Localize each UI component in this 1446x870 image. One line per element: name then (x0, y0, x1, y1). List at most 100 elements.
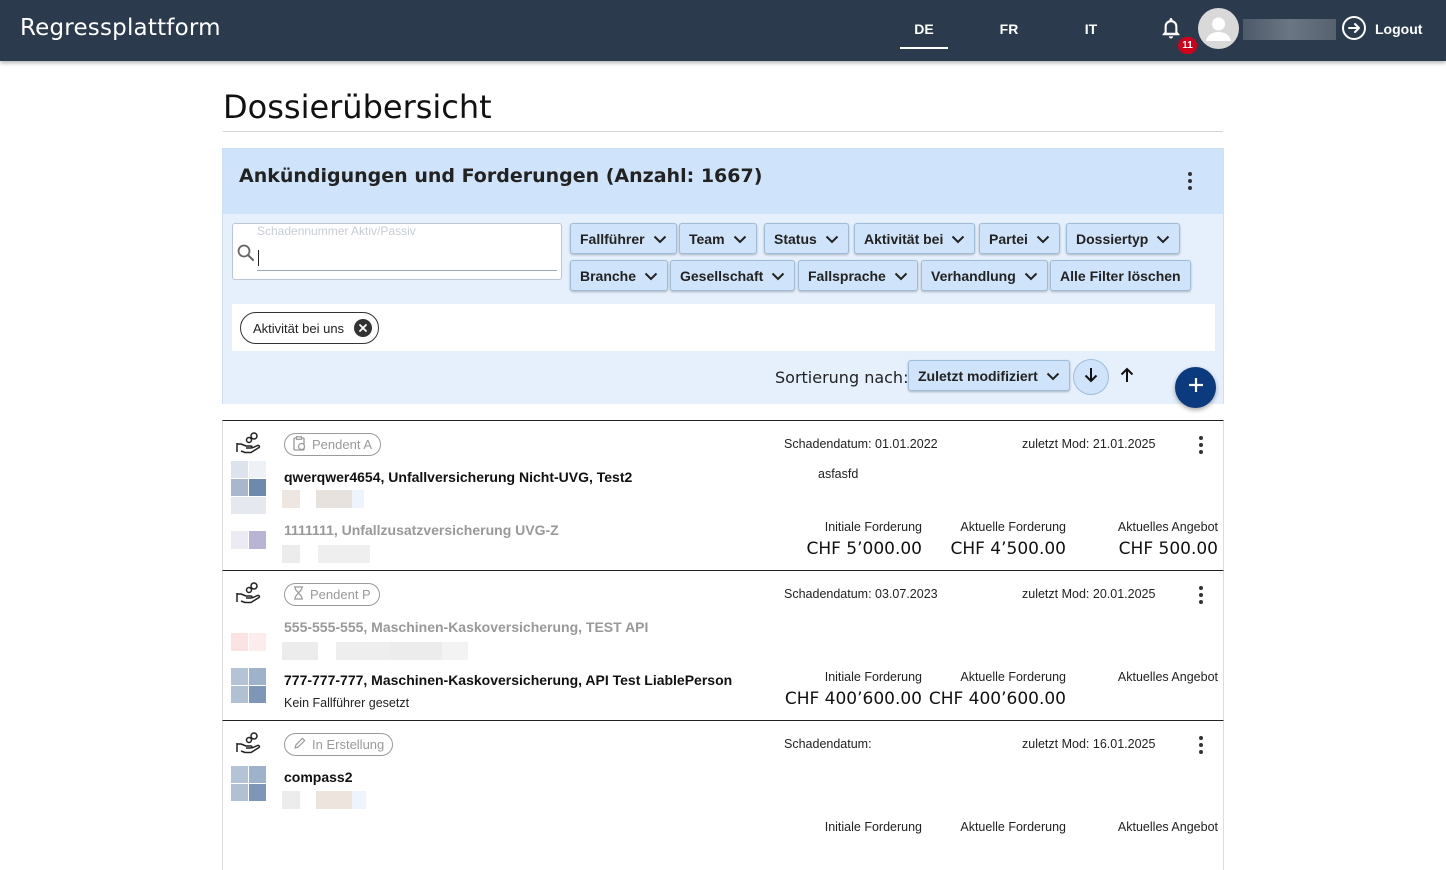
text-cursor (258, 250, 259, 266)
filter-branche[interactable]: Branche (570, 260, 669, 291)
initial-claim-value: CHF 5’000.00 (806, 539, 922, 559)
page-title: Dossierübersicht (223, 88, 492, 126)
dossier-passive[interactable]: 1111111, Unfallzusatzversicherung UVG-Z (284, 522, 559, 538)
pencil-icon (293, 737, 306, 753)
last-modified: zuletzt Mod: 20.01.2025 (1022, 587, 1156, 601)
dossier-card[interactable]: Pendent A Schadendatum: 01.01.2022 zulet… (222, 420, 1224, 570)
current-claim-label: Aktuelle Forderung (960, 520, 1066, 534)
sort-select[interactable]: Zuletzt modifiziert (908, 360, 1070, 391)
current-offer-label: Aktuelles Angebot (1117, 820, 1218, 834)
clear-filters-button[interactable]: Alle Filter löschen (1050, 260, 1191, 291)
active-filters-area: Aktivität bei uns (232, 304, 1215, 351)
sort-label: Sortierung nach: (775, 368, 909, 387)
initial-claim-value: CHF 400’600.00 (784, 689, 922, 709)
panel-more-icon[interactable] (1180, 171, 1200, 191)
filter-aktivitaet-bei[interactable]: Aktivität bei (854, 223, 976, 254)
panel-header: Ankündigungen und Forderungen (Anzahl: 1… (223, 149, 1223, 214)
redacted-text (282, 642, 468, 660)
more-vert-icon[interactable] (1191, 435, 1211, 455)
more-vert-icon[interactable] (1191, 735, 1211, 755)
current-offer-label: Aktuelles Angebot (1117, 670, 1218, 684)
chevron-down-icon (1024, 268, 1038, 284)
filter-verhandlung[interactable]: Verhandlung (921, 260, 1048, 291)
chevron-down-icon (894, 268, 908, 284)
dossier-note: asfasfd (818, 467, 859, 481)
last-modified: zuletzt Mod: 16.01.2025 (1022, 737, 1156, 751)
notification-badge: 11 (1178, 37, 1197, 54)
filter-partei[interactable]: Partei (979, 223, 1060, 254)
panel-title: Ankündigungen und Forderungen (Anzahl: 1… (239, 165, 763, 187)
initial-claim-label: Initiale Forderung (824, 520, 922, 534)
dossier-card[interactable]: In Erstellung Schadendatum: zuletzt Mod:… (222, 720, 1224, 870)
filter-gesellschaft[interactable]: Gesellschaft (670, 260, 796, 291)
chevron-down-icon (1046, 368, 1060, 384)
lang-fr[interactable]: FR (985, 21, 1033, 37)
status-badge: Pendent P (284, 583, 380, 606)
filter-team[interactable]: Team (679, 223, 757, 254)
current-claim-label: Aktuelle Forderung (960, 670, 1066, 684)
dossier-active[interactable]: qwerqwer4654, Unfallversicherung Nicht-U… (284, 469, 632, 485)
current-claim-value: CHF 400’600.00 (928, 689, 1066, 709)
dossier-list: Pendent A Schadendatum: 01.01.2022 zulet… (222, 420, 1224, 870)
initial-claim-label: Initiale Forderung (824, 670, 922, 684)
dossier-active[interactable]: 777-777-777, Maschinen-Kaskoversicherung… (284, 672, 732, 688)
bell-icon[interactable] (1159, 16, 1183, 42)
search-placeholder: Schadennummer Aktiv/Passiv (257, 224, 416, 238)
logout-icon (1341, 15, 1367, 44)
redacted-text (282, 545, 370, 563)
filter-fallsprache[interactable]: Fallsprache (798, 260, 918, 291)
chevron-down-icon (653, 231, 667, 247)
filter-fallfuehrer[interactable]: Fallführer (570, 223, 677, 254)
lang-it[interactable]: IT (1067, 21, 1115, 37)
damage-date: Schadendatum: 03.07.2023 (784, 587, 938, 601)
hand-coins-icon (235, 731, 261, 760)
party-logo-blurred (231, 461, 266, 514)
party-logo-blurred (231, 766, 266, 801)
active-filter-chip[interactable]: Aktivität bei uns (240, 312, 380, 344)
logout-label: Logout (1375, 21, 1423, 37)
hand-coins-icon (235, 581, 261, 610)
top-bar: Regressplattform DE FR IT 11 Logout (0, 0, 1446, 61)
search-input[interactable]: Schadennummer Aktiv/Passiv (232, 223, 562, 280)
damage-date: Schadendatum: 01.01.2022 (784, 437, 938, 451)
filter-status[interactable]: Status (764, 223, 849, 254)
arrow-down-icon (1082, 366, 1100, 389)
more-vert-icon[interactable] (1191, 585, 1211, 605)
chevron-down-icon (644, 268, 658, 284)
status-badge: In Erstellung (284, 733, 394, 756)
initial-claim-label: Initiale Forderung (824, 820, 922, 834)
sort-ascending-button[interactable] (1115, 365, 1139, 389)
chevron-down-icon (771, 268, 785, 284)
dossier-card[interactable]: Pendent P Schadendatum: 03.07.2023 zulet… (222, 570, 1224, 720)
chevron-down-icon (1036, 231, 1050, 247)
hourglass-icon (293, 586, 304, 603)
sort-descending-button[interactable] (1073, 359, 1109, 395)
damage-date: Schadendatum: (784, 737, 872, 751)
title-divider (223, 131, 1223, 132)
party-logo-blurred (231, 531, 266, 549)
search-underline (257, 270, 557, 271)
lang-de[interactable]: DE (900, 21, 948, 49)
current-claim-label: Aktuelle Forderung (960, 820, 1066, 834)
user-avatar-icon[interactable] (1198, 8, 1239, 49)
party-logo-blurred (231, 668, 266, 703)
last-modified: zuletzt Mod: 21.01.2025 (1022, 437, 1156, 451)
add-dossier-button[interactable] (1175, 367, 1216, 408)
arrow-up-icon (1118, 366, 1136, 389)
redacted-text (282, 791, 366, 809)
dossier-count: 1667 (700, 165, 754, 187)
logout-button[interactable]: Logout (1341, 15, 1423, 44)
chevron-down-icon (951, 231, 965, 247)
close-icon[interactable] (354, 319, 373, 337)
status-badge: Pendent A (284, 433, 381, 456)
chevron-down-icon (733, 231, 747, 247)
hand-coins-icon (235, 431, 261, 460)
username-redacted (1243, 19, 1336, 40)
current-claim-value: CHF 4’500.00 (950, 539, 1066, 559)
filter-dossiertyp[interactable]: Dossiertyp (1066, 223, 1181, 254)
dossier-passive[interactable]: 555-555-555, Maschinen-Kaskoversicherung… (284, 619, 648, 635)
current-offer-label: Aktuelles Angebot (1117, 520, 1218, 534)
app-title[interactable]: Regressplattform (20, 15, 221, 41)
plus-icon (1187, 376, 1205, 399)
dossier-active[interactable]: compass2 (284, 769, 352, 785)
